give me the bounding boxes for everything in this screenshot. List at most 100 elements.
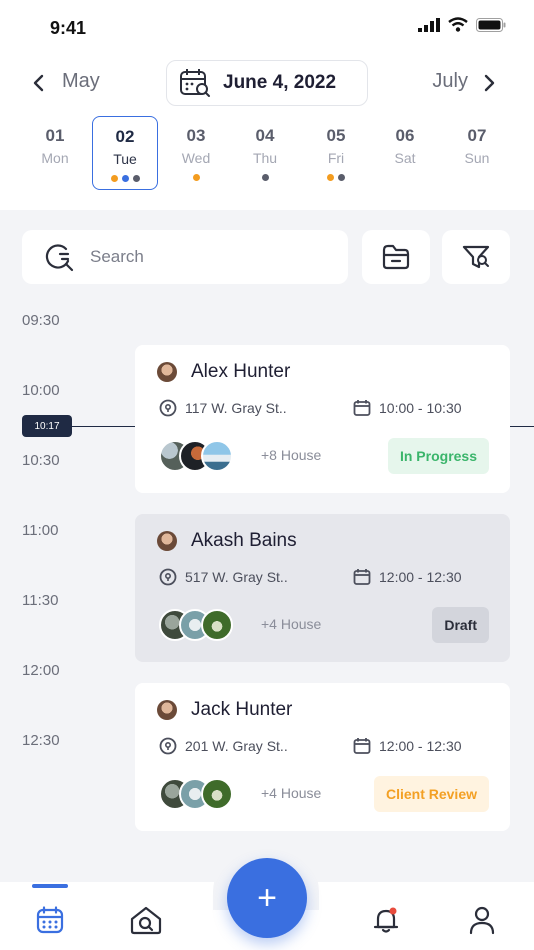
calendar-icon [353, 738, 371, 754]
day-number: 03 [186, 126, 206, 145]
event-dots [232, 174, 298, 181]
house-thumbnail [201, 440, 233, 472]
event-dot [132, 175, 140, 182]
home-search-icon [130, 906, 162, 935]
time-range: 10:00 - 10:30 [353, 399, 462, 417]
event-dots [303, 174, 369, 181]
event-dots [163, 174, 229, 181]
client-name: Jack Hunter [191, 699, 293, 720]
avatar [157, 362, 177, 382]
day-item-tue[interactable]: 02 Tue [92, 116, 158, 190]
week-day-strip: 01 Mon 02 Tue 03 Wed 04 Thu 05 Fri 06 Sa… [22, 116, 512, 194]
day-number: 07 [467, 126, 487, 145]
day-item-wed[interactable]: 03 Wed [163, 116, 229, 190]
next-month-button[interactable]: July [432, 70, 468, 93]
search-icon [45, 244, 74, 272]
folder-button[interactable] [362, 230, 430, 284]
client-name: Akash Bains [191, 530, 297, 551]
house-thumbnails [159, 609, 249, 641]
day-name: Fri [327, 150, 345, 166]
address: 201 W. Gray St.. [159, 737, 288, 755]
chevron-right-icon[interactable] [478, 72, 500, 94]
house-thumbnail [201, 609, 233, 641]
location-icon [159, 737, 177, 755]
house-thumbnails [159, 440, 249, 472]
event-dot [327, 174, 334, 181]
day-item-mon[interactable]: 01 Mon [22, 116, 88, 190]
card-footer: +4 House Client Review [159, 776, 489, 812]
day-name: Mon [41, 150, 69, 166]
folder-icon [382, 244, 410, 270]
card-header: Alex Hunter [157, 361, 290, 383]
location-icon [159, 399, 177, 417]
card-footer: +4 House Draft [159, 607, 489, 643]
active-tab-indicator [32, 884, 68, 888]
schedule-panel: Search 09:30 10:00 10:30 11:00 11:30 12:… [0, 210, 534, 882]
client-name: Alex Hunter [191, 361, 291, 382]
current-time-badge: 10:17 [22, 415, 72, 437]
chevron-left-icon[interactable] [28, 72, 50, 94]
battery-icon [476, 17, 506, 32]
event-dot [192, 174, 200, 181]
day-item-fri[interactable]: 05 Fri [303, 116, 369, 190]
house-count: +8 House [261, 447, 322, 463]
day-item-thu[interactable]: 04 Thu [232, 116, 298, 190]
house-thumbnail [201, 778, 233, 810]
day-number: 02 [115, 127, 135, 146]
event-dot [338, 174, 345, 181]
tab-calendar[interactable] [30, 900, 70, 940]
signal-icon [418, 17, 440, 32]
house-count: +4 House [261, 616, 322, 632]
bell-icon [373, 907, 399, 933]
day-name: Tue [113, 151, 137, 167]
add-appointment-button[interactable]: + [227, 858, 307, 938]
time-label: 11:30 [22, 592, 59, 609]
event-dot [261, 174, 269, 181]
time-label: 12:00 [22, 662, 60, 679]
card-footer: +8 House In Progress [159, 438, 489, 474]
appointment-card[interactable]: Alex Hunter 117 W. Gray St.. 10:00 - 10:… [135, 345, 510, 493]
time-label: 09:30 [22, 312, 60, 329]
calendar-icon [353, 569, 371, 585]
calendar-icon [36, 906, 64, 934]
status-icons [418, 17, 506, 32]
search-input[interactable]: Search [22, 230, 348, 284]
status-badge: Draft [432, 607, 489, 643]
day-item-sun[interactable]: 07 Sun [444, 116, 510, 190]
tab-explore[interactable] [126, 900, 166, 940]
tab-notifications[interactable] [366, 900, 406, 940]
time-range: 12:00 - 12:30 [353, 737, 462, 755]
day-number: 01 [45, 126, 65, 145]
card-details: 201 W. Gray St.. 12:00 - 12:30 [159, 737, 489, 759]
day-name: Thu [252, 150, 278, 166]
avatar [157, 531, 177, 551]
previous-month-button[interactable]: May [62, 70, 100, 93]
month-navigation: May June 4, 2022 July [0, 60, 534, 106]
address-text: 517 W. Gray St.. [185, 569, 288, 585]
current-date-picker[interactable]: June 4, 2022 [166, 60, 368, 106]
time-range-text: 10:00 - 10:30 [379, 400, 462, 416]
time-label: 10:30 [22, 452, 60, 469]
appointment-card[interactable]: Akash Bains 517 W. Gray St.. 12:00 - 12:… [135, 514, 510, 662]
appointment-card[interactable]: Jack Hunter 201 W. Gray St.. 12:00 - 12:… [135, 683, 510, 831]
time-range: 12:00 - 12:30 [353, 568, 462, 586]
tab-profile[interactable] [462, 900, 502, 940]
card-header: Jack Hunter [157, 699, 292, 721]
time-range-text: 12:00 - 12:30 [379, 569, 462, 585]
time-label: 11:00 [22, 522, 59, 539]
day-item-sat[interactable]: 06 Sat [372, 116, 438, 190]
status-time: 9:41 [50, 18, 87, 38]
day-number: 06 [395, 126, 415, 145]
day-name: Sun [464, 150, 490, 166]
filter-button[interactable] [442, 230, 510, 284]
day-number: 04 [255, 126, 275, 145]
house-thumbnails [159, 778, 249, 810]
filter-icon [462, 245, 490, 269]
location-icon [159, 568, 177, 586]
address: 517 W. Gray St.. [159, 568, 288, 586]
time-label: 10:00 [22, 382, 60, 399]
current-date-label: June 4, 2022 [223, 72, 337, 93]
avatar [157, 700, 177, 720]
card-header: Akash Bains [157, 530, 297, 552]
event-dot [121, 175, 129, 182]
